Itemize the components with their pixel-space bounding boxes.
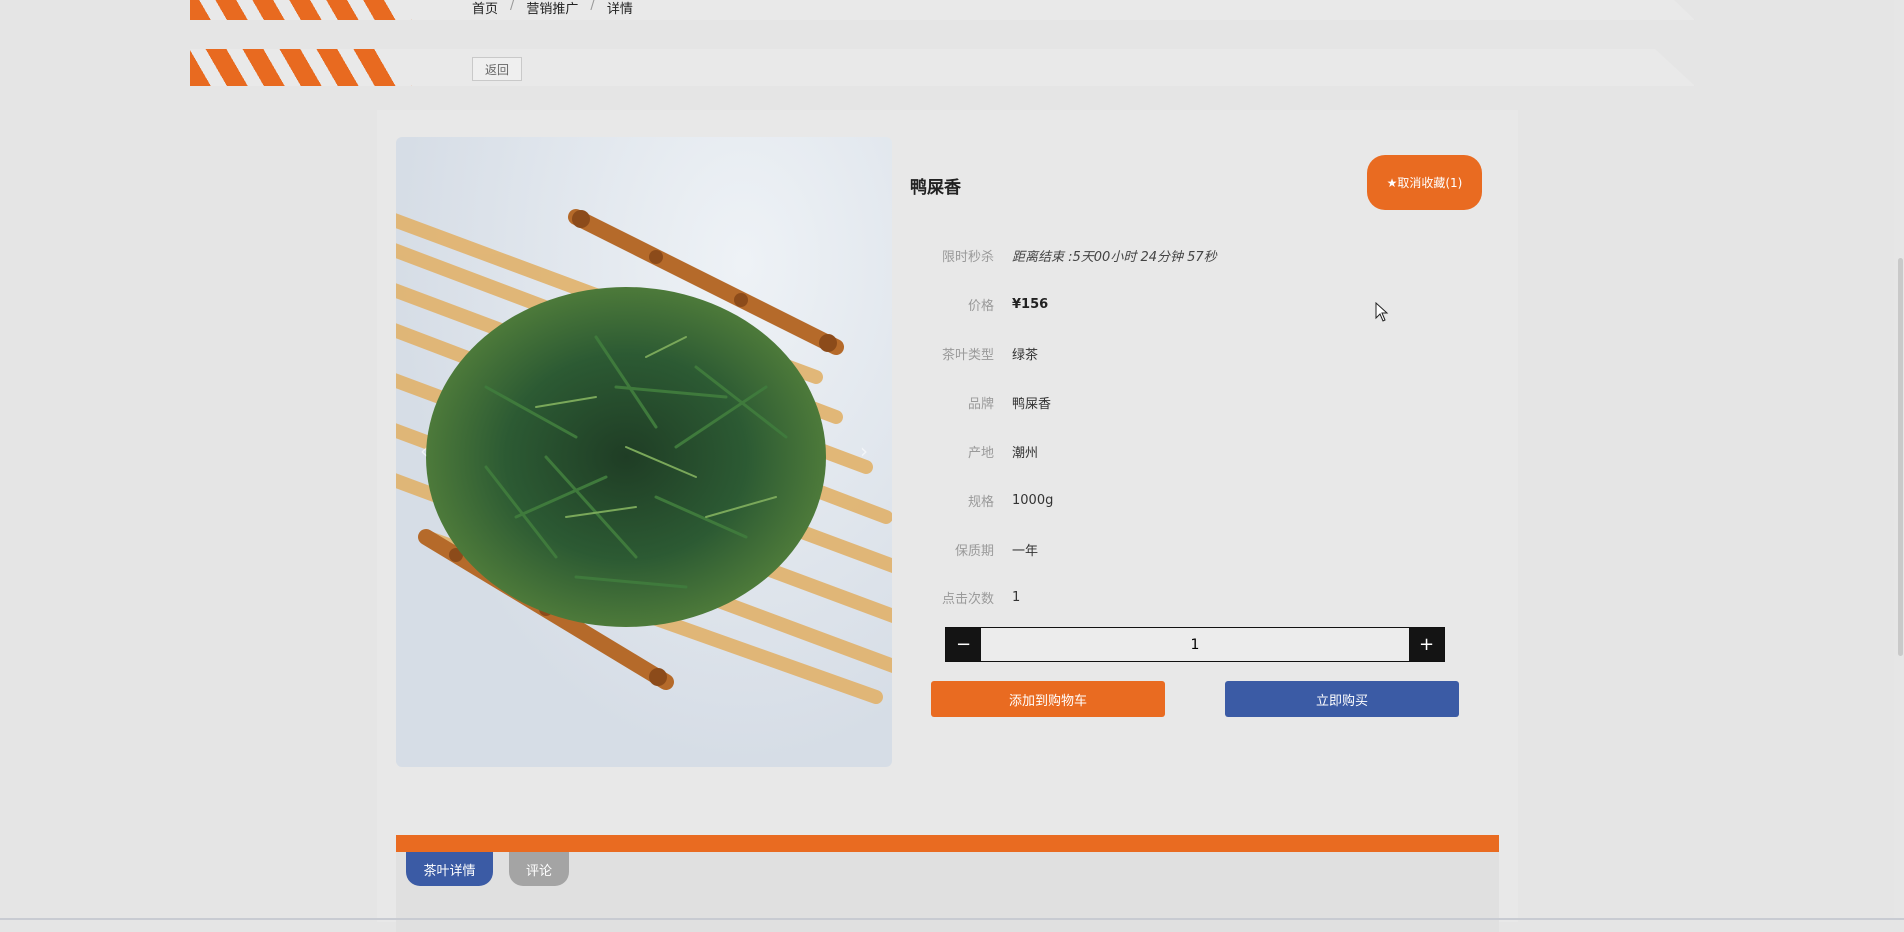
- field-label: 茶叶类型: [941, 348, 994, 363]
- action-strip: 返回: [190, 49, 1695, 86]
- breadcrumb-home[interactable]: 首页: [472, 0, 498, 17]
- field-origin: 产地 潮州: [910, 442, 1410, 461]
- field-label: 限时秒杀: [941, 250, 994, 265]
- scrollbar-thumb[interactable]: [1898, 258, 1903, 656]
- add-to-cart-button[interactable]: 添加到购物车: [931, 681, 1165, 717]
- carousel-next-icon[interactable]: ›: [860, 439, 868, 463]
- product-panel: ‹ › 鸭屎香 ★取消收藏(1) 限时秒杀 距离结束 :5天00小时 24分钟 …: [377, 110, 1518, 932]
- field-brand: 品牌 鸭屎香: [910, 393, 1410, 412]
- field-label: 点击次数: [941, 592, 994, 607]
- buy-now-button[interactable]: 立即购买: [1225, 681, 1459, 717]
- mouse-cursor-icon: [1375, 302, 1389, 322]
- back-button[interactable]: 返回: [472, 57, 522, 81]
- tab-tea-details[interactable]: 茶叶详情: [406, 852, 493, 886]
- quantity-minus-button[interactable]: −: [946, 628, 981, 661]
- breadcrumb-detail: 详情: [606, 2, 633, 17]
- tabs-accent-bar: [396, 835, 1499, 852]
- tabs-area: 茶叶详情 评论: [396, 852, 1499, 932]
- shelf-life-value: 一年: [1012, 544, 1039, 559]
- field-clicks: 点击次数 1: [910, 588, 1410, 607]
- field-spec: 规格 1000g: [910, 491, 1410, 510]
- breadcrumb-strip: 首页 / 营销推广 / 详情: [190, 0, 1695, 20]
- decorative-stripes: [190, 0, 412, 20]
- tea-type-value: 绿茶: [1012, 348, 1039, 363]
- decorative-stripes: [190, 49, 412, 86]
- field-label: 规格: [967, 495, 994, 510]
- breadcrumb-separator: /: [510, 0, 515, 13]
- carousel-prev-icon[interactable]: ‹: [420, 439, 428, 463]
- field-label: 品牌: [967, 397, 994, 412]
- quantity-plus-button[interactable]: +: [1409, 628, 1444, 661]
- origin-value: 潮州: [1012, 446, 1039, 461]
- countdown-value: 距离结束 :5天00小时 24分钟 57秒: [1012, 250, 1217, 265]
- page-scrollbar[interactable]: [1894, 0, 1904, 920]
- field-price: 价格 ¥156: [910, 295, 1410, 314]
- field-flash-sale: 限时秒杀 距离结束 :5天00小时 24分钟 57秒: [910, 246, 1410, 265]
- field-label: 价格: [967, 299, 994, 314]
- spec-value: 1000g: [1012, 493, 1054, 508]
- field-label: 产地: [967, 446, 994, 461]
- breadcrumb-separator: /: [590, 0, 595, 13]
- price-value: ¥156: [1012, 297, 1049, 312]
- product-image: ‹ ›: [396, 137, 892, 767]
- clicks-value: 1: [1012, 590, 1021, 605]
- quantity-stepper: − +: [945, 627, 1445, 662]
- field-label: 保质期: [954, 544, 994, 559]
- tea-leaves-image: [396, 209, 892, 704]
- field-tea-type: 茶叶类型 绿茶: [910, 344, 1410, 363]
- breadcrumb-promotion[interactable]: 营销推广: [526, 0, 578, 17]
- product-title: 鸭屎香: [910, 178, 961, 198]
- brand-value: 鸭屎香: [1012, 397, 1052, 412]
- breadcrumb: 首页 / 营销推广 / 详情: [472, 0, 633, 17]
- field-shelf-life: 保质期 一年: [910, 540, 1410, 559]
- tab-comments[interactable]: 评论: [509, 852, 569, 886]
- quantity-input[interactable]: [981, 628, 1409, 661]
- unfavorite-button[interactable]: ★取消收藏(1): [1367, 155, 1482, 210]
